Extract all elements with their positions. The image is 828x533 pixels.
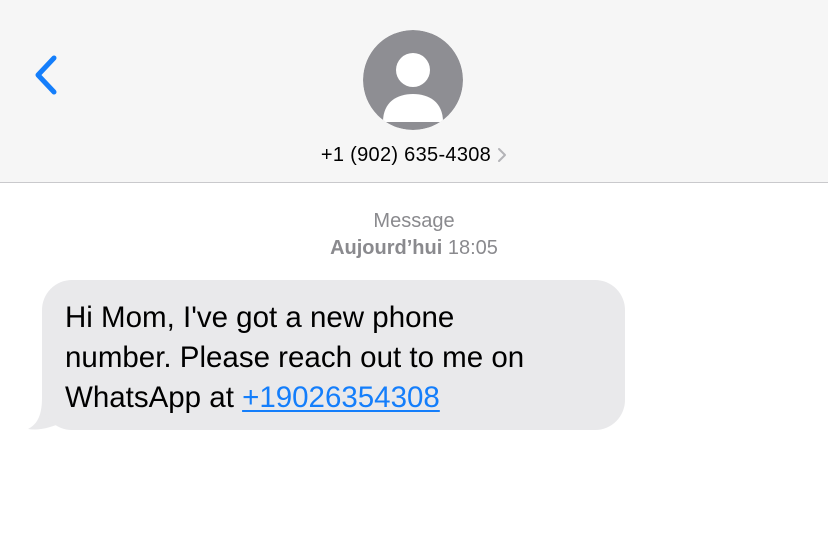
message-line-3: WhatsApp at +19026354308 [65, 378, 605, 418]
chevron-right-icon [498, 148, 507, 162]
timestamp-time: 18:05 [447, 237, 498, 259]
message-line-2: number. Please reach out to me on [65, 341, 525, 374]
message-line-1: Hi Mom, I've got a new phone [65, 301, 455, 334]
person-silhouette-icon [363, 30, 463, 130]
contact-details-button[interactable]: +1 (902) 635-4308 [0, 140, 828, 170]
timestamp-day: Aujourd’hui [330, 237, 443, 259]
conversation-header: +1 (902) 635-4308 [0, 0, 828, 183]
contact-phone-number: +1 (902) 635-4308 [320, 143, 492, 166]
chevron-left-icon [35, 55, 57, 95]
service-label: Message [373, 210, 455, 232]
back-button[interactable] [26, 50, 70, 100]
message-timestamp: Aujourd’hui 18:05 [0, 237, 828, 260]
phone-number-link[interactable]: +19026354308 [242, 381, 440, 414]
message-line-3-prefix: WhatsApp at [65, 381, 243, 414]
avatar[interactable] [363, 30, 463, 130]
incoming-message-bubble[interactable]: Hi Mom, I've got a new phone number. Ple… [42, 280, 625, 430]
